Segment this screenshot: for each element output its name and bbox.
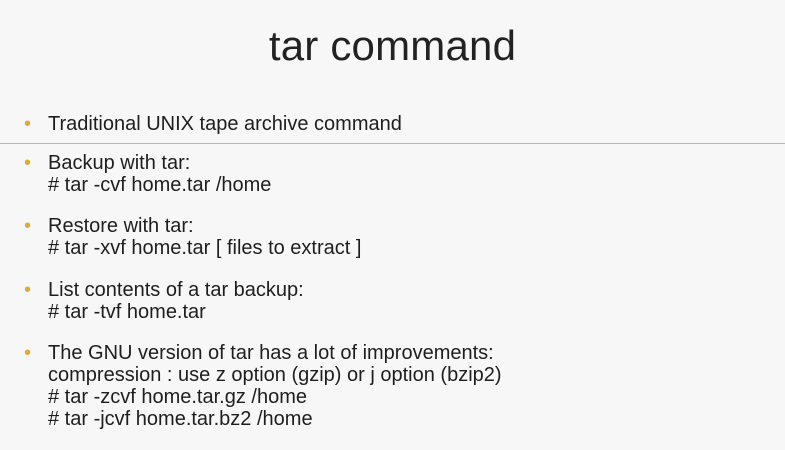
bullet-dot-icon: • xyxy=(24,215,32,237)
bullet-line: Backup with tar: xyxy=(48,152,191,174)
bullet-line: The GNU version of tar has a lot of impr… xyxy=(48,342,494,364)
bullet-text: Backup with tar: # tar -cvf home.tar /ho… xyxy=(48,152,271,196)
bullet-dot-icon: • xyxy=(24,113,32,135)
bullet-line: # tar -xvf home.tar [ files to extract ] xyxy=(48,237,362,259)
bullet-line: # tar -cvf home.tar /home xyxy=(48,174,272,196)
bullet-line: # tar -tvf home.tar xyxy=(48,301,206,323)
slide: tar command • Traditional UNIX tape arch… xyxy=(0,0,785,450)
bullet-line: # tar -zcvf home.tar.gz /home xyxy=(48,386,307,408)
bullet-line: List contents of a tar backup: xyxy=(48,279,304,301)
bullet-line: # tar -jcvf home.tar.bz2 /home xyxy=(48,408,313,430)
bullet-list: • Traditional UNIX tape archive command … xyxy=(0,0,785,450)
bullet-dot-icon: • xyxy=(24,279,32,301)
bullet-text: List contents of a tar backup: # tar -tv… xyxy=(48,279,304,323)
bullet-dot-icon: • xyxy=(24,152,32,174)
bullet-line: Traditional UNIX tape archive command xyxy=(48,113,402,135)
bullet-line: Restore with tar: xyxy=(48,215,194,237)
bullet-text: Restore with tar: # tar -xvf home.tar [ … xyxy=(48,215,361,259)
bullet-text: The GNU version of tar has a lot of impr… xyxy=(48,342,502,430)
bullet-dot-icon: • xyxy=(24,342,32,364)
bullet-text: Traditional UNIX tape archive command xyxy=(48,113,402,135)
bullet-line: compression : use z option (gzip) or j o… xyxy=(48,364,502,386)
